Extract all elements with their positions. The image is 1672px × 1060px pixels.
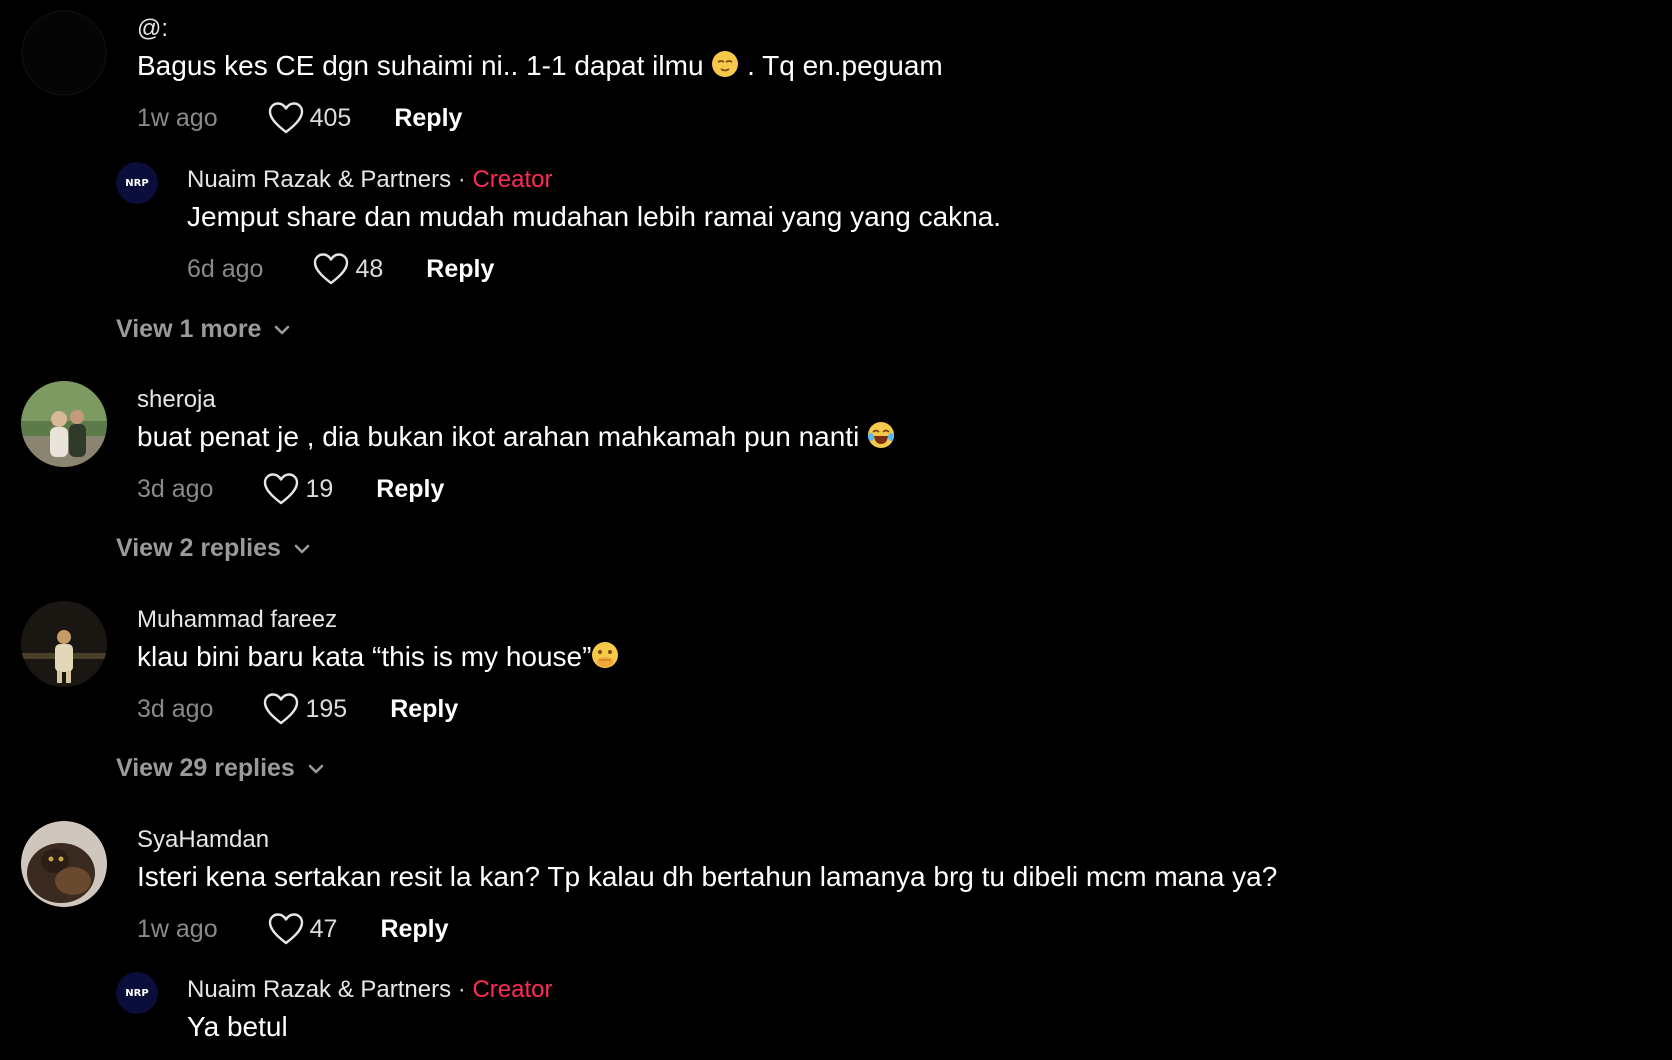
reply-button[interactable]: Reply bbox=[376, 475, 444, 504]
chevron-down-icon bbox=[275, 325, 290, 334]
chevron-down-icon bbox=[294, 544, 310, 553]
comment-text: Isteri kena sertakan resit la kan? Tp ka… bbox=[137, 861, 1278, 892]
reply-username-line: Nuaim Razak & Partners · Creator bbox=[187, 165, 552, 195]
heart-outline-icon bbox=[264, 693, 299, 725]
avatar[interactable] bbox=[21, 10, 107, 96]
like-button[interactable]: 48 bbox=[313, 252, 383, 286]
comment-text-main: buat penat je , dia bukan ikot arahan ma… bbox=[137, 421, 860, 452]
separator-dot: · bbox=[457, 976, 466, 1003]
comment-meta: 1w ago 405 Reply bbox=[137, 101, 462, 135]
view-replies-label: View 29 replies bbox=[116, 754, 295, 782]
creator-avatar[interactable]: NRP bbox=[116, 972, 158, 1014]
separator-dot: · bbox=[457, 166, 466, 193]
like-button[interactable]: 19 bbox=[263, 472, 333, 506]
like-button[interactable]: 47 bbox=[268, 912, 338, 946]
reply-text: Ya betul bbox=[187, 1011, 288, 1042]
chevron-down-icon bbox=[308, 764, 324, 773]
comment-text: klau bini baru kata “this is my house” bbox=[137, 640, 619, 677]
reply-text: Jemput share dan mudah mudahan lebih ram… bbox=[187, 201, 1002, 232]
avatar[interactable] bbox=[21, 821, 107, 907]
like-count: 195 bbox=[305, 694, 348, 723]
svg-text:NRP: NRP bbox=[125, 178, 148, 189]
comment-username[interactable]: @: bbox=[137, 14, 168, 44]
creator-avatar[interactable]: NRP bbox=[116, 162, 158, 204]
avatar[interactable] bbox=[21, 381, 107, 467]
tears-of-joy-emoji-icon bbox=[867, 421, 895, 457]
view-replies-button[interactable]: View 29 replies bbox=[116, 754, 327, 783]
reply-button[interactable]: Reply bbox=[380, 915, 448, 944]
creator-badge: Creator bbox=[472, 976, 553, 1003]
comment-username[interactable]: SyaHamdan bbox=[137, 825, 269, 855]
comment-text-main: Bagus kes CE dgn suhaimi ni.. 1-1 dapat … bbox=[137, 50, 704, 81]
view-more-replies-button[interactable]: View 1 more bbox=[116, 315, 293, 344]
svg-text:NRP: NRP bbox=[125, 988, 148, 999]
comment-text-suffix: . Tq en.peguam bbox=[747, 50, 943, 81]
reply-time: 6d ago bbox=[187, 254, 264, 283]
comment-text: buat penat je , dia bukan ikot arahan ma… bbox=[137, 420, 895, 457]
view-replies-button[interactable]: View 2 replies bbox=[116, 534, 313, 563]
like-count: 405 bbox=[309, 103, 352, 132]
reply-button[interactable]: Reply bbox=[390, 695, 458, 724]
reply-button[interactable]: Reply bbox=[426, 255, 494, 284]
reply-username[interactable]: Nuaim Razak & Partners bbox=[187, 166, 451, 193]
comment-text: Bagus kes CE dgn suhaimi ni.. 1-1 dapat … bbox=[137, 49, 943, 86]
comment-time: 3d ago bbox=[137, 694, 214, 723]
like-count: 47 bbox=[309, 914, 338, 943]
hand-over-mouth-emoji-icon bbox=[591, 641, 619, 677]
like-count: 48 bbox=[355, 254, 384, 283]
avatar[interactable] bbox=[21, 601, 107, 687]
comment-username[interactable]: sheroja bbox=[137, 385, 216, 415]
reply-username-line: Nuaim Razak & Partners · Creator bbox=[187, 975, 552, 1005]
comment-meta: 1w ago 47 Reply bbox=[137, 912, 449, 946]
like-button[interactable]: 195 bbox=[263, 692, 347, 726]
view-replies-label: View 2 replies bbox=[116, 534, 281, 562]
like-count: 19 bbox=[305, 474, 334, 503]
like-button[interactable]: 405 bbox=[268, 101, 352, 135]
comment-time: 3d ago bbox=[137, 474, 214, 503]
view-more-label: View 1 more bbox=[116, 315, 262, 343]
comment-meta: 3d ago 195 Reply bbox=[137, 692, 458, 726]
comment-meta: 3d ago 19 Reply bbox=[137, 472, 444, 506]
comment-text-main: klau bini baru kata “this is my house” bbox=[137, 641, 592, 672]
comment-time: 1w ago bbox=[137, 914, 218, 943]
heart-outline-icon bbox=[268, 913, 303, 945]
creator-badge: Creator bbox=[472, 166, 553, 193]
reply-button[interactable]: Reply bbox=[394, 104, 462, 133]
heart-outline-icon bbox=[264, 473, 299, 505]
heart-outline-icon bbox=[268, 102, 303, 134]
comment-username[interactable]: Muhammad fareez bbox=[137, 605, 337, 635]
reply-username[interactable]: Nuaim Razak & Partners bbox=[187, 976, 451, 1003]
comment-time: 1w ago bbox=[137, 103, 218, 132]
relieved-face-emoji-icon bbox=[711, 50, 739, 86]
reply-meta: 6d ago 48 Reply bbox=[187, 252, 494, 286]
heart-outline-icon bbox=[314, 253, 349, 285]
